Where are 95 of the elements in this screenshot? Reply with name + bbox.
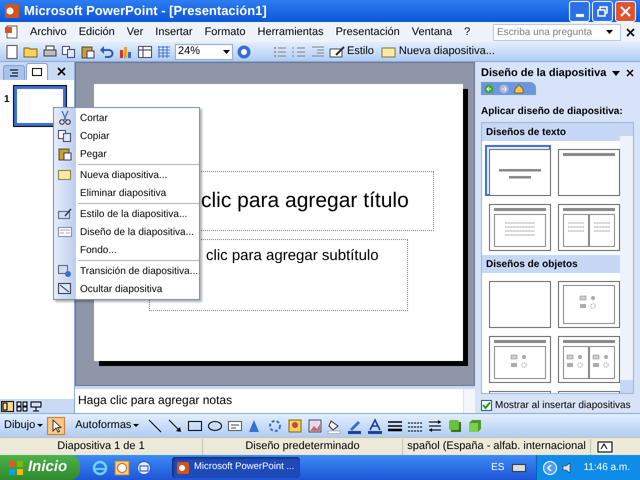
slide-number: 1 — [4, 93, 10, 107]
table-icon[interactable] — [137, 44, 153, 60]
font-color-icon[interactable] — [367, 418, 384, 434]
checkmark-icon — [482, 401, 491, 410]
menu-item[interactable]: Cortar — [54, 109, 199, 127]
diagram-icon[interactable] — [267, 418, 284, 434]
menu-item[interactable]: Herramientas — [252, 24, 330, 40]
task-pane-title: Diseño de la diapositiva — [481, 66, 608, 81]
restore-icon — [597, 6, 608, 16]
layout-thumbnail[interactable] — [485, 145, 551, 196]
sorter-view-icon[interactable] — [16, 400, 28, 412]
transition-icon — [57, 263, 73, 279]
close-button[interactable] — [615, 0, 636, 22]
outline-icon — [9, 69, 19, 77]
browser-icon[interactable] — [92, 460, 108, 476]
menu-item[interactable]: Insertar — [149, 24, 199, 40]
dropdown-arrow-icon — [37, 424, 44, 427]
grid-icon[interactable] — [156, 44, 172, 60]
close-icon[interactable] — [57, 67, 66, 76]
pencil-icon — [57, 206, 73, 222]
menu-item[interactable]: Edición — [72, 24, 121, 40]
slides-tab[interactable] — [26, 63, 48, 80]
close-icon[interactable] — [626, 69, 634, 77]
show-on-insert-checkbox[interactable]: Mostrar al insertar diapositivas — [481, 398, 634, 413]
shadow-icon[interactable] — [447, 418, 464, 434]
dropdown-arrow-icon — [606, 30, 613, 34]
menu-item[interactable]: ? — [458, 24, 476, 40]
style-button[interactable]: Estilo — [329, 43, 374, 60]
document-icon — [4, 24, 20, 40]
slideshow-view-icon[interactable] — [30, 400, 42, 412]
dropdown-arrow-icon[interactable] — [612, 70, 620, 76]
slide-icon — [32, 68, 42, 76]
taskbar-button[interactable]: Microsoft PowerPoint ... — [172, 457, 300, 478]
mail-icon[interactable] — [136, 460, 152, 476]
pencil-icon — [329, 44, 345, 58]
menu-item[interactable]: Formato — [198, 24, 252, 40]
new-slide-button[interactable]: Nueva diapositiva... — [380, 43, 495, 60]
chevron-left-icon[interactable] — [543, 460, 558, 474]
section-header: Diseños de objetos — [482, 255, 620, 274]
slide-icon — [380, 44, 397, 58]
clock[interactable]: 11:46 a.m. — [583, 460, 630, 475]
line-icon[interactable] — [147, 418, 164, 434]
outline-tab[interactable] — [3, 65, 25, 80]
clip-art-icon[interactable] — [287, 418, 304, 434]
new-document-icon[interactable] — [4, 44, 20, 60]
fill-color-icon[interactable] — [327, 418, 344, 434]
arrow-icon[interactable] — [167, 418, 184, 434]
hide-slide-icon — [57, 281, 73, 297]
autoshapes-menu-button[interactable]: Autoformas — [75, 417, 140, 434]
menu-item[interactable]: Ventana — [406, 24, 458, 40]
menu-item[interactable]: Ver — [120, 24, 150, 40]
undo-icon[interactable] — [99, 44, 115, 60]
dropdown-arrow-icon — [133, 424, 140, 427]
menu-item[interactable]: Copiar — [54, 127, 199, 145]
forward-icon[interactable] — [499, 84, 509, 94]
home-icon[interactable] — [514, 84, 524, 94]
menu-item[interactable]: Pegar — [54, 145, 199, 163]
copy-icon — [57, 128, 73, 144]
help-search-field[interactable]: Escriba una pregunta — [493, 24, 621, 40]
close-icon[interactable] — [626, 28, 635, 36]
window-title: Microsoft PowerPoint - [Presentación1] — [24, 2, 268, 20]
clock-icon[interactable] — [114, 460, 130, 476]
scrollbar[interactable] — [463, 389, 475, 413]
menu-item[interactable]: Archivo — [24, 24, 73, 40]
normal-view-icon[interactable] — [1, 400, 14, 412]
spelling-icon[interactable] — [597, 440, 613, 452]
close-icon — [620, 6, 631, 16]
back-icon[interactable] — [484, 84, 494, 94]
windows-logo-icon — [8, 460, 24, 476]
paste-icon — [57, 146, 73, 162]
help-icon[interactable] — [236, 44, 252, 60]
draw-menu-button[interactable]: Dibujo — [4, 417, 44, 434]
paste-icon[interactable] — [80, 44, 96, 60]
section-header: Diseños de texto — [482, 123, 620, 142]
menu-item[interactable]: Presentación — [330, 24, 406, 40]
picture-insert-icon[interactable] — [307, 418, 324, 434]
language-indicator[interactable]: ES — [491, 460, 504, 475]
app-icon — [4, 3, 20, 19]
slide-icon — [57, 167, 73, 183]
pointer-icon[interactable] — [47, 416, 66, 434]
minimize-button[interactable] — [569, 0, 590, 22]
scissors-icon — [57, 110, 73, 126]
copy-icon[interactable] — [61, 44, 77, 60]
layout-icon — [57, 224, 73, 240]
keyboard-icon[interactable] — [512, 464, 526, 472]
dropdown-arrow-icon — [223, 50, 230, 54]
scrollbar[interactable] — [620, 123, 633, 393]
app-icon — [176, 460, 190, 474]
zoom-field[interactable]: 24% — [175, 44, 233, 60]
restore-button[interactable] — [592, 0, 613, 22]
arrow-style-icon[interactable] — [427, 418, 444, 434]
outdent-icon[interactable] — [310, 44, 326, 60]
printer-icon[interactable] — [42, 44, 58, 60]
3d-icon[interactable] — [467, 418, 484, 434]
task-pane-heading: Aplicar diseño de diapositiva: — [481, 105, 624, 120]
